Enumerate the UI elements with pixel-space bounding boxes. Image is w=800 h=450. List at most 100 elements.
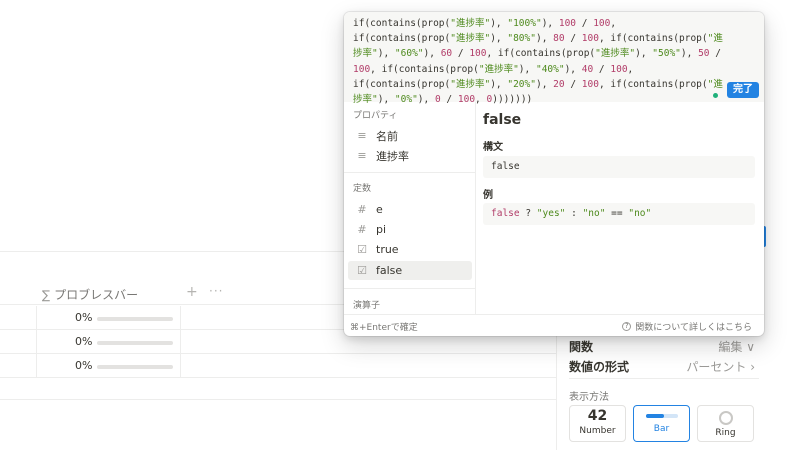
formula-token: , if(contains(prop( <box>598 33 708 45</box>
functions-row[interactable]: 関数 編集 ∨ <box>569 338 755 355</box>
bar-preview-icon <box>645 414 678 418</box>
done-button[interactable]: 完了 <box>727 82 759 98</box>
suggestion-item-e[interactable]: # e <box>348 200 472 219</box>
example-operator: : <box>565 208 583 219</box>
hash-icon: # <box>357 203 367 216</box>
help-icon: ? <box>622 322 632 331</box>
formula-token: 100 <box>469 48 487 60</box>
formula-token: ), <box>680 48 699 60</box>
progress-cell[interactable]: 0% <box>36 330 181 354</box>
suggestion-label: true <box>376 243 399 256</box>
suggestion-item-false[interactable]: ☑ false <box>348 261 472 280</box>
progress-percent: 0% <box>75 311 93 324</box>
suggestion-label: pi <box>376 223 387 236</box>
confirm-shortcut-hint: ⌘+Enterで確定 <box>350 323 418 333</box>
functions-help-link[interactable]: ? 関数について詳しくはこちら <box>622 320 752 333</box>
display-style-bar[interactable]: Bar <box>633 405 690 442</box>
formula-token: / <box>564 33 582 45</box>
formula-token: 100 <box>593 18 611 29</box>
style-label: Number <box>579 426 616 436</box>
formula-token: ), <box>423 48 441 60</box>
formula-token: ), <box>490 33 508 45</box>
formula-token: ), <box>535 78 554 90</box>
formula-token: ), <box>490 18 508 29</box>
progress-percent: 0% <box>75 335 93 348</box>
formula-token: , if(contains(prop( <box>486 48 596 60</box>
formula-token: ), <box>535 33 554 45</box>
formula-token: / <box>576 18 594 29</box>
functions-label: 関数 <box>569 340 594 354</box>
formula-token: "20%" <box>507 78 536 90</box>
progress-cell[interactable]: 0% <box>36 306 181 330</box>
progress-bar <box>97 317 173 321</box>
formula-token: 60 <box>440 48 453 60</box>
checkbox-icon: ☑ <box>357 264 367 277</box>
suggestion-item-progress-rate[interactable]: ≡ 進捗率 <box>348 146 472 165</box>
formula-token: "100%" <box>507 18 542 29</box>
progress-percent: 0% <box>75 359 93 372</box>
formula-token: "進捗率" <box>450 33 491 45</box>
display-style-number[interactable]: 42 Number <box>569 405 626 442</box>
suggestion-item-pi[interactable]: # pi <box>348 220 472 239</box>
text-icon: ≡ <box>357 129 367 142</box>
formula-input-area[interactable]: if(contains(prop("進捗率"), "100%"), 100 / … <box>344 12 764 105</box>
checkbox-icon: ☑ <box>357 243 367 256</box>
progress-bar <box>97 341 173 345</box>
number-format-value[interactable]: パーセント › <box>686 358 755 375</box>
number-preview: 42 <box>587 408 608 424</box>
style-label: Bar <box>653 424 670 434</box>
formula-icon: ∑ <box>42 287 51 302</box>
formula-token: 100 <box>581 78 599 90</box>
example-string: "no" <box>628 208 652 219</box>
syntax-code: false <box>483 156 755 178</box>
formula-token: , if(contains(prop( <box>370 63 479 75</box>
suggestion-item-name[interactable]: ≡ 名前 <box>348 126 472 145</box>
table-bottom-divider <box>0 399 556 400</box>
properties-section-title: プロパティ <box>353 111 398 121</box>
edit-functions-link[interactable]: 編集 ∨ <box>718 338 755 355</box>
column-header-label: プロブレスバー <box>54 288 139 302</box>
formula-token: ), <box>377 48 395 60</box>
ring-preview-icon <box>718 411 733 425</box>
column-header-progress[interactable]: ∑ プロブレスバー <box>42 286 138 303</box>
style-label: Ring <box>715 428 736 438</box>
formula-token: "進捗率" <box>595 48 636 60</box>
display-style-caption: 表示方法 <box>569 392 609 403</box>
section-divider <box>344 172 475 173</box>
help-link-label: 関数について詳しくはこちら <box>635 323 752 333</box>
formula-token: / <box>715 48 721 60</box>
function-docs: false 構文 false 例 false ? "yes" : "no" ==… <box>476 102 764 314</box>
text-icon: ≡ <box>357 149 367 162</box>
table-row[interactable]: 0% <box>0 354 556 378</box>
example-heading: 例 <box>483 190 493 201</box>
example-string: "no" <box>582 208 606 219</box>
suggestion-label: e <box>376 203 383 216</box>
formula-token: "進捗率" <box>450 18 491 29</box>
example-code: false ? "yes" : "no" == "no" <box>483 203 755 225</box>
display-style-ring[interactable]: Ring <box>697 405 754 442</box>
popup-footer: ⌘+Enterで確定 ? 関数について詳しくはこちら <box>344 314 764 336</box>
example-keyword: false <box>491 208 520 219</box>
formula-token: / <box>452 48 470 60</box>
formula-token: ), <box>541 18 559 29</box>
formula-valid-indicator <box>713 93 718 98</box>
suggestion-label: 進捗率 <box>376 149 409 163</box>
more-options-icon[interactable]: ··· <box>209 284 223 298</box>
formula-token: "60%" <box>394 48 424 60</box>
formula-token: , if(contains(prop( <box>598 78 708 90</box>
formula-token: / <box>593 63 611 75</box>
suggestion-item-true[interactable]: ☑ true <box>348 240 472 259</box>
add-column-icon[interactable]: + <box>186 284 198 300</box>
formula-text[interactable]: if(contains(prop("進捗率"), "100%"), 100 / … <box>353 16 725 107</box>
progress-cell[interactable]: 0% <box>36 354 181 378</box>
hash-icon: # <box>357 223 367 236</box>
formula-token: "40%" <box>535 63 565 75</box>
panel-divider <box>569 378 759 379</box>
formula-token: ), <box>635 48 653 60</box>
formula-token: / <box>564 78 582 90</box>
number-format-row[interactable]: 数値の形式 パーセント › <box>569 358 755 375</box>
formula-token: 40 <box>581 63 594 75</box>
formula-token: "進捗率" <box>478 63 519 75</box>
formula-token: 100 <box>610 63 628 75</box>
section-divider <box>344 288 475 289</box>
